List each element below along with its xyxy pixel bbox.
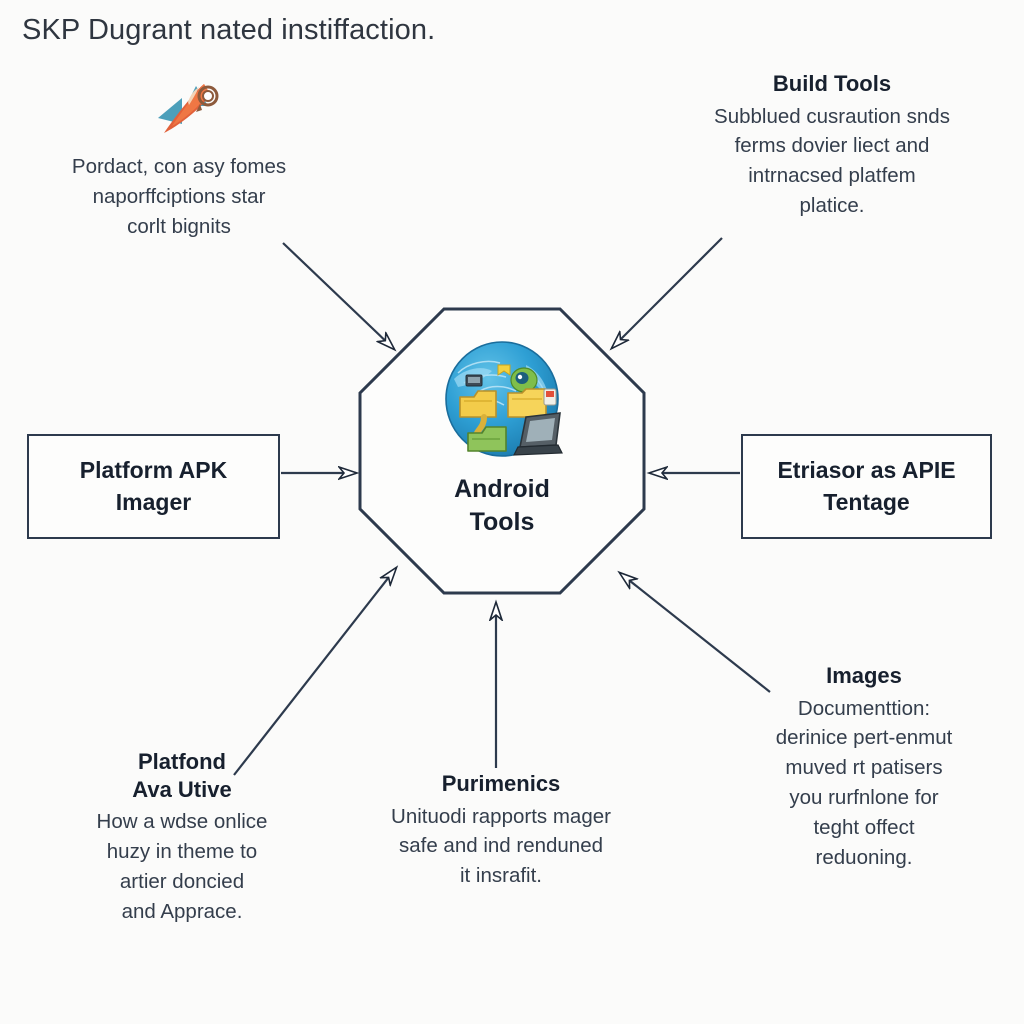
node-android-tools-hub[interactable]: Android Tools bbox=[358, 307, 646, 595]
diagram-canvas: SKP Dugrant nated instiffaction. Pordact… bbox=[0, 0, 1024, 1024]
note-bottom-right: Images Documenttion: derinice pert-enmut… bbox=[704, 662, 1024, 873]
note-bottom-center: Purimenics Unituodi rapports mager safe … bbox=[336, 770, 666, 891]
note-top-left: Pordact, con asy fomes naporffciptions s… bbox=[14, 152, 344, 242]
hub-label: Android Tools bbox=[454, 475, 550, 536]
note-bottom-right-body: Documenttion: derinice pert-enmut muved … bbox=[775, 696, 953, 870]
node-platform-apk-imager-label: Platform APK Imager bbox=[79, 456, 228, 515]
note-top-right: Build Tools Subblued cusraution snds fer… bbox=[640, 70, 1024, 221]
node-etriasor-as-apie-tentage[interactable]: Etriasor as APIE Tentage bbox=[741, 434, 992, 539]
globe-folders-laptop-icon bbox=[445, 341, 563, 457]
note-bottom-left-body: How a wdse onlice huzy in theme to artie… bbox=[96, 810, 268, 923]
note-bottom-left: Platfond Ava Utive How a wdse onlice huz… bbox=[38, 748, 326, 927]
note-top-right-body: Subblued cusraution snds ferms dovier li… bbox=[714, 104, 950, 218]
rocket-icon bbox=[152, 78, 222, 140]
page-title: SKP Dugrant nated instiffaction. bbox=[22, 14, 436, 46]
note-top-right-title: Build Tools bbox=[772, 71, 892, 96]
connector-bottom-left bbox=[233, 568, 396, 776]
note-bottom-center-body: Unituodi rapports mager safe and ind ren… bbox=[391, 804, 611, 888]
note-bottom-left-title: Platfond Ava Utive bbox=[132, 749, 232, 802]
note-bottom-right-title: Images bbox=[826, 663, 902, 688]
note-bottom-center-title: Purimenics bbox=[441, 771, 561, 796]
node-etriasor-as-apie-tentage-label: Etriasor as APIE Tentage bbox=[777, 456, 956, 515]
note-top-left-body: Pordact, con asy fomes naporffciptions s… bbox=[71, 155, 287, 238]
node-platform-apk-imager[interactable]: Platform APK Imager bbox=[27, 434, 280, 539]
